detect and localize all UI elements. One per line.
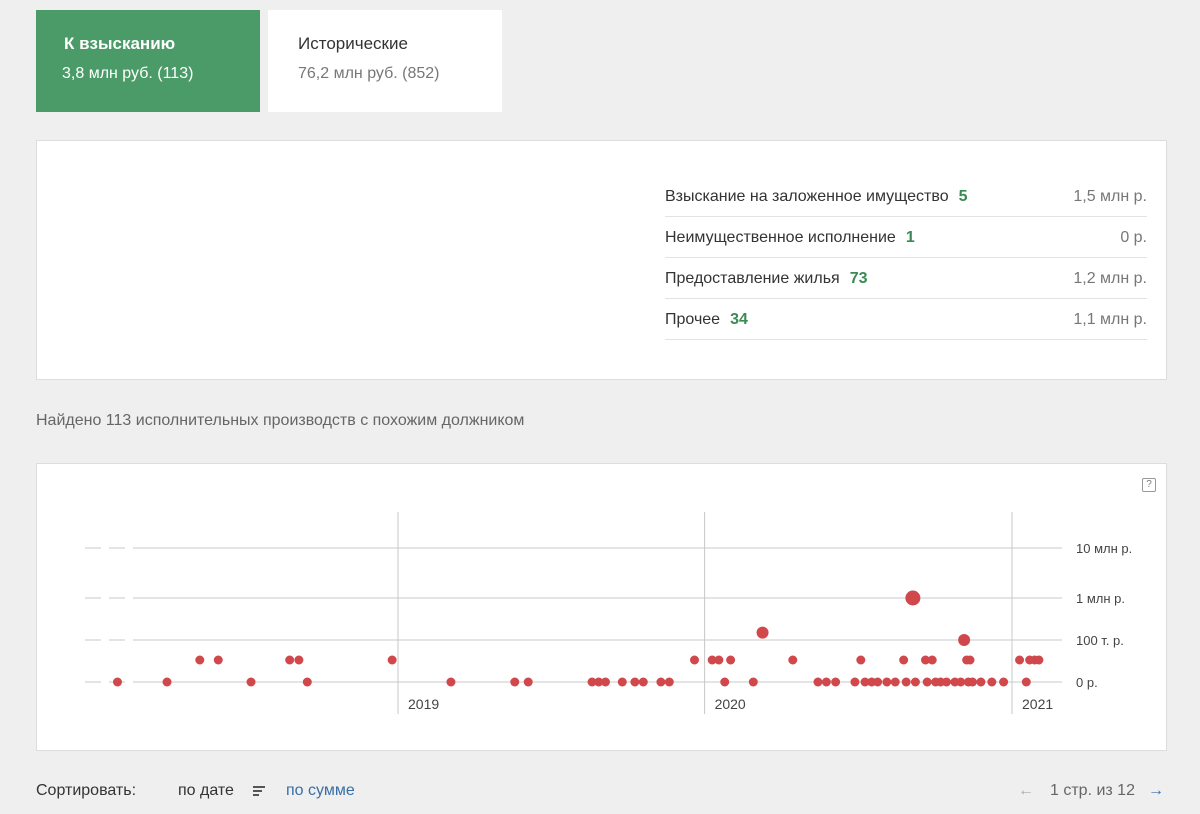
tab-title: Исторические <box>298 34 408 53</box>
data-point <box>664 677 674 687</box>
data-point <box>941 677 951 687</box>
data-point <box>600 677 610 687</box>
data-point <box>899 655 909 665</box>
data-point <box>968 677 978 687</box>
summary-label: Предоставление жилья <box>665 270 840 287</box>
data-point <box>1021 677 1031 687</box>
data-point <box>162 677 172 687</box>
y-tick-label: 10 млн р. <box>1076 541 1132 556</box>
data-point <box>813 677 823 687</box>
tab-title: К взысканию <box>64 34 176 53</box>
data-point <box>905 590 921 606</box>
data-point <box>976 677 986 687</box>
data-point <box>748 677 758 687</box>
summary-amount: 1,1 млн р. <box>1073 311 1147 328</box>
tab-subtitle: 76,2 млн руб. (852) <box>298 65 440 82</box>
data-point <box>285 655 295 665</box>
tab-subtitle: 3,8 млн руб. (113) <box>62 65 194 82</box>
data-point <box>294 655 304 665</box>
sort-label: Сортировать: <box>36 782 137 799</box>
summary-row: Взыскание на заложенное имущество 5 1,5 м… <box>665 176 1147 217</box>
x-tick-label: 2019 <box>408 696 439 712</box>
summary-amount: 1,5 млн р. <box>1073 188 1147 205</box>
sort-by-date-link[interactable]: по дате <box>178 782 234 800</box>
data-point <box>922 677 932 687</box>
summary-row: Неимущественное исполнение 1 0 р. <box>665 217 1147 258</box>
data-point <box>638 677 648 687</box>
data-point <box>987 677 997 687</box>
summary-label: Неимущественное исполнение <box>665 229 896 246</box>
next-page-arrow-icon[interactable]: → <box>1148 782 1164 800</box>
y-tick-label: 100 т. р. <box>1076 633 1124 648</box>
data-point <box>882 677 892 687</box>
data-point <box>720 677 730 687</box>
y-tick-label: 1 млн р. <box>1076 591 1125 606</box>
data-point <box>958 634 971 646</box>
data-point <box>756 626 769 639</box>
summary-amount: 1,2 млн р. <box>1073 270 1147 287</box>
data-point <box>965 655 975 665</box>
data-point <box>890 677 900 687</box>
data-point <box>910 677 920 687</box>
x-tick-label: 2021 <box>1022 696 1053 712</box>
timeline-chart: ? 10 млн р. 1 млн р. 100 т. р. 0 р. 2019 2020… <box>36 463 1167 751</box>
data-point <box>617 677 627 687</box>
tab-historical[interactable]: Исторические 76,2 млн руб. (852) <box>268 10 502 112</box>
summary-label: Прочее <box>665 311 721 328</box>
data-point <box>195 655 205 665</box>
data-point <box>873 677 883 687</box>
summary-row: Предоставление жилья 73 1,2 млн р. <box>665 258 1147 299</box>
summary-amount: 0 р. <box>1120 229 1147 246</box>
data-point <box>788 655 798 665</box>
data-point <box>387 655 397 665</box>
summary-row: Прочее 34 1,1 млн р. <box>665 299 1147 340</box>
data-point <box>510 677 520 687</box>
data-point <box>856 655 866 665</box>
x-tick-label: 2020 <box>715 696 746 712</box>
data-point <box>831 677 841 687</box>
chart-svg: 10 млн р. 1 млн р. 100 т. р. 0 р. 2019 2020 20… <box>85 512 1132 714</box>
footer: Сортировать: по дате по сумме ← 1 стр. и… <box>36 782 1166 806</box>
data-point <box>726 655 736 665</box>
y-tick-label: 0 р. <box>1076 675 1098 690</box>
data-point <box>999 677 1009 687</box>
found-count-text: Найдено 113 исполнительных производств с… <box>36 412 525 429</box>
summary-panel: Взыскание на заложенное имущество 5 1,5 м… <box>36 140 1167 380</box>
data-point <box>901 677 911 687</box>
page-indicator: 1 стр. из 12 <box>1050 782 1135 799</box>
data-point <box>246 677 256 687</box>
summary-label: Взыскание на заложенное имущество <box>665 188 949 205</box>
data-point <box>213 655 223 665</box>
sort-by-sum-link[interactable]: по сумме <box>286 782 355 800</box>
data-point <box>690 655 700 665</box>
data-point <box>446 677 456 687</box>
data-point <box>714 655 724 665</box>
data-point <box>523 677 533 687</box>
data-point <box>1015 655 1025 665</box>
prev-page-arrow-icon[interactable]: ← <box>1018 782 1034 800</box>
data-point <box>927 655 937 665</box>
sort-desc-icon[interactable] <box>253 786 265 798</box>
data-point <box>630 677 640 687</box>
summary-count: 1 <box>905 229 915 246</box>
summary-count: 73 <box>849 270 868 287</box>
data-point <box>656 677 666 687</box>
data-point <box>1034 655 1044 665</box>
summary-list: Взыскание на заложенное имущество 5 1,5 м… <box>665 176 1147 340</box>
data-point <box>302 677 312 687</box>
tab-to-collect[interactable]: К взысканию 3,8 млн руб. (113) <box>36 10 260 112</box>
data-point <box>850 677 860 687</box>
tabs: К взысканию 3,8 млн руб. (113) Историчес… <box>36 10 502 112</box>
data-point <box>821 677 831 687</box>
summary-count: 5 <box>958 188 968 205</box>
summary-count: 34 <box>730 311 748 328</box>
data-point <box>112 677 122 687</box>
